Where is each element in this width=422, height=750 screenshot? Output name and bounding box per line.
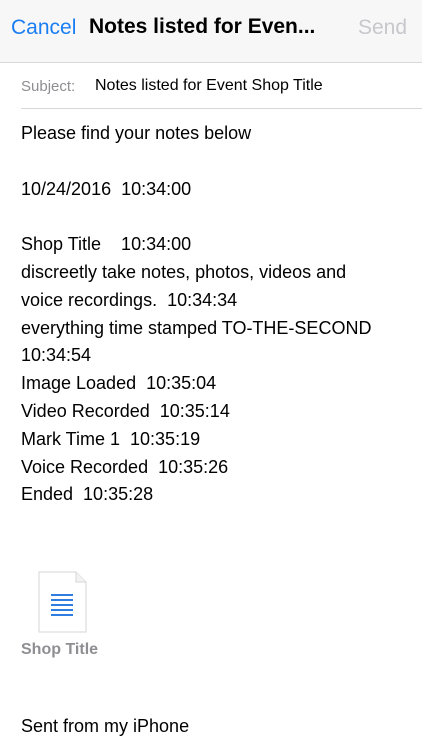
nav-title: Notes listed for Even... bbox=[89, 15, 316, 38]
subject-label: Subject: bbox=[21, 78, 76, 95]
body-line: Voice Recorded 10:35:26 bbox=[21, 456, 229, 477]
divider bbox=[21, 108, 422, 109]
body-line: Image Loaded 10:35:04 bbox=[21, 373, 217, 394]
subject-input[interactable]: Notes listed for Event Shop Title bbox=[95, 77, 323, 95]
nav-bar: Cancel Notes listed for Even... Send bbox=[0, 0, 422, 63]
body-line bbox=[21, 203, 416, 231]
attachment-name: Shop Title bbox=[21, 641, 99, 658]
cancel-button[interactable]: Cancel bbox=[11, 16, 76, 40]
body-line: Ended 10:35:28 bbox=[21, 484, 154, 505]
send-button[interactable]: Send bbox=[358, 16, 407, 40]
body-line: Shop Title 10:34:00 bbox=[21, 234, 192, 255]
body-line: 10/24/2016 10:34:00 bbox=[21, 178, 192, 199]
body-line: 10:34:54 bbox=[21, 345, 92, 366]
body-line: Please find your notes below bbox=[21, 123, 252, 143]
subject-field[interactable]: Subject: Notes listed for Event Shop Tit… bbox=[0, 62, 422, 108]
body-line: voice recordings. 10:34:34 bbox=[21, 289, 238, 310]
document-icon bbox=[38, 571, 87, 633]
message-body[interactable]: Please find your notes below 10/24/2016 … bbox=[21, 120, 416, 509]
body-line: Video Recorded 10:35:14 bbox=[21, 400, 230, 421]
body-line bbox=[21, 148, 416, 176]
signature: Sent from my iPhone bbox=[21, 716, 190, 736]
body-line: Mark Time 1 10:35:19 bbox=[21, 428, 201, 449]
body-line: discreetly take notes, photos, videos an… bbox=[21, 261, 347, 282]
body-line: everything time stamped TO-THE-SECOND bbox=[21, 317, 372, 338]
